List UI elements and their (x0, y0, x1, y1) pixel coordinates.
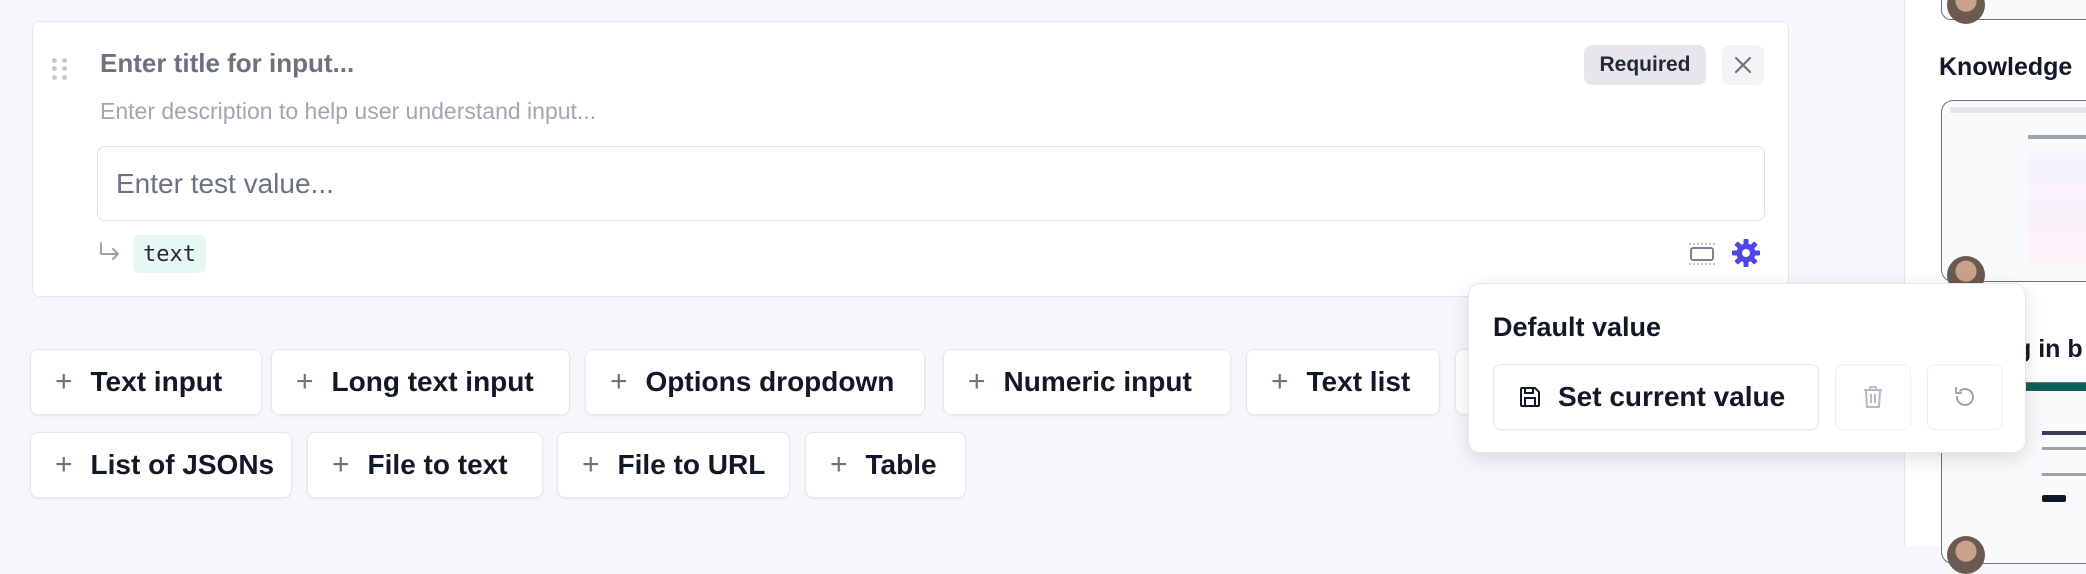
add-text-input-button[interactable]: + Text input (30, 349, 262, 415)
panel-heading: Knowledge (1939, 53, 2073, 81)
popover-title: Default value (1493, 312, 1662, 342)
default-value-popover: Default value Set current value (1468, 283, 2026, 453)
reset-default-button[interactable] (1927, 364, 2003, 430)
add-long-text-input-button[interactable]: + Long text input (271, 349, 570, 415)
add-numeric-input-button[interactable]: + Numeric input (943, 349, 1231, 415)
add-list-of-jsons-label: List of JSONs (90, 449, 275, 480)
add-file-to-url-button[interactable]: + File to URL (557, 432, 790, 498)
add-text-list-label: Text list (1306, 366, 1411, 397)
plus-icon: + (332, 448, 350, 481)
add-long-text-input-label: Long text input (331, 366, 534, 397)
plus-icon: + (968, 365, 986, 398)
add-list-of-jsons-button[interactable]: + List of JSONs (30, 432, 292, 498)
add-options-dropdown-label: Options dropdown (645, 366, 895, 397)
add-text-input-label: Text input (90, 366, 223, 397)
plus-icon: + (610, 365, 628, 398)
add-file-to-text-label: File to text (367, 449, 508, 480)
set-current-value-label: Set current value (1558, 381, 1786, 412)
add-text-list-button[interactable]: + Text list (1246, 349, 1440, 415)
input-type-tag: text (133, 235, 206, 273)
remove-input-button[interactable] (1722, 45, 1764, 85)
plus-icon: + (582, 448, 600, 481)
plus-icon: + (1271, 365, 1289, 398)
plus-icon: + (296, 365, 314, 398)
return-arrow-icon (100, 242, 119, 260)
plus-icon: + (55, 365, 73, 398)
add-options-dropdown-button[interactable]: + Options dropdown (585, 349, 925, 415)
close-icon (1734, 56, 1752, 74)
gear-icon[interactable] (1731, 238, 1761, 268)
plus-icon: + (830, 448, 848, 481)
required-toggle[interactable]: Required (1584, 45, 1706, 85)
drag-handle-icon[interactable] (52, 58, 68, 80)
delete-default-button[interactable] (1835, 364, 1911, 430)
add-table-button[interactable]: + Table (805, 432, 966, 498)
test-value-input[interactable] (97, 146, 1765, 221)
layout-icon[interactable] (1688, 242, 1716, 266)
avatar (1947, 0, 1985, 24)
right-panel: Knowledge (1904, 0, 2086, 574)
add-file-to-text-button[interactable]: + File to text (307, 432, 543, 498)
add-numeric-input-label: Numeric input (1003, 366, 1192, 397)
save-icon (1520, 387, 1540, 407)
add-table-label: Table (865, 449, 937, 480)
set-current-value-button[interactable]: Set current value (1493, 364, 1819, 430)
plus-icon: + (55, 448, 73, 481)
reset-icon (1955, 387, 1974, 406)
input-title-field[interactable]: Enter title for input... (100, 48, 354, 79)
avatar (1947, 536, 1985, 574)
input-description-field[interactable]: Enter description to help user understan… (100, 98, 596, 125)
add-file-to-url-label: File to URL (617, 449, 766, 480)
thumbnail-card[interactable] (1941, 100, 2086, 282)
trash-icon (1864, 386, 1882, 408)
